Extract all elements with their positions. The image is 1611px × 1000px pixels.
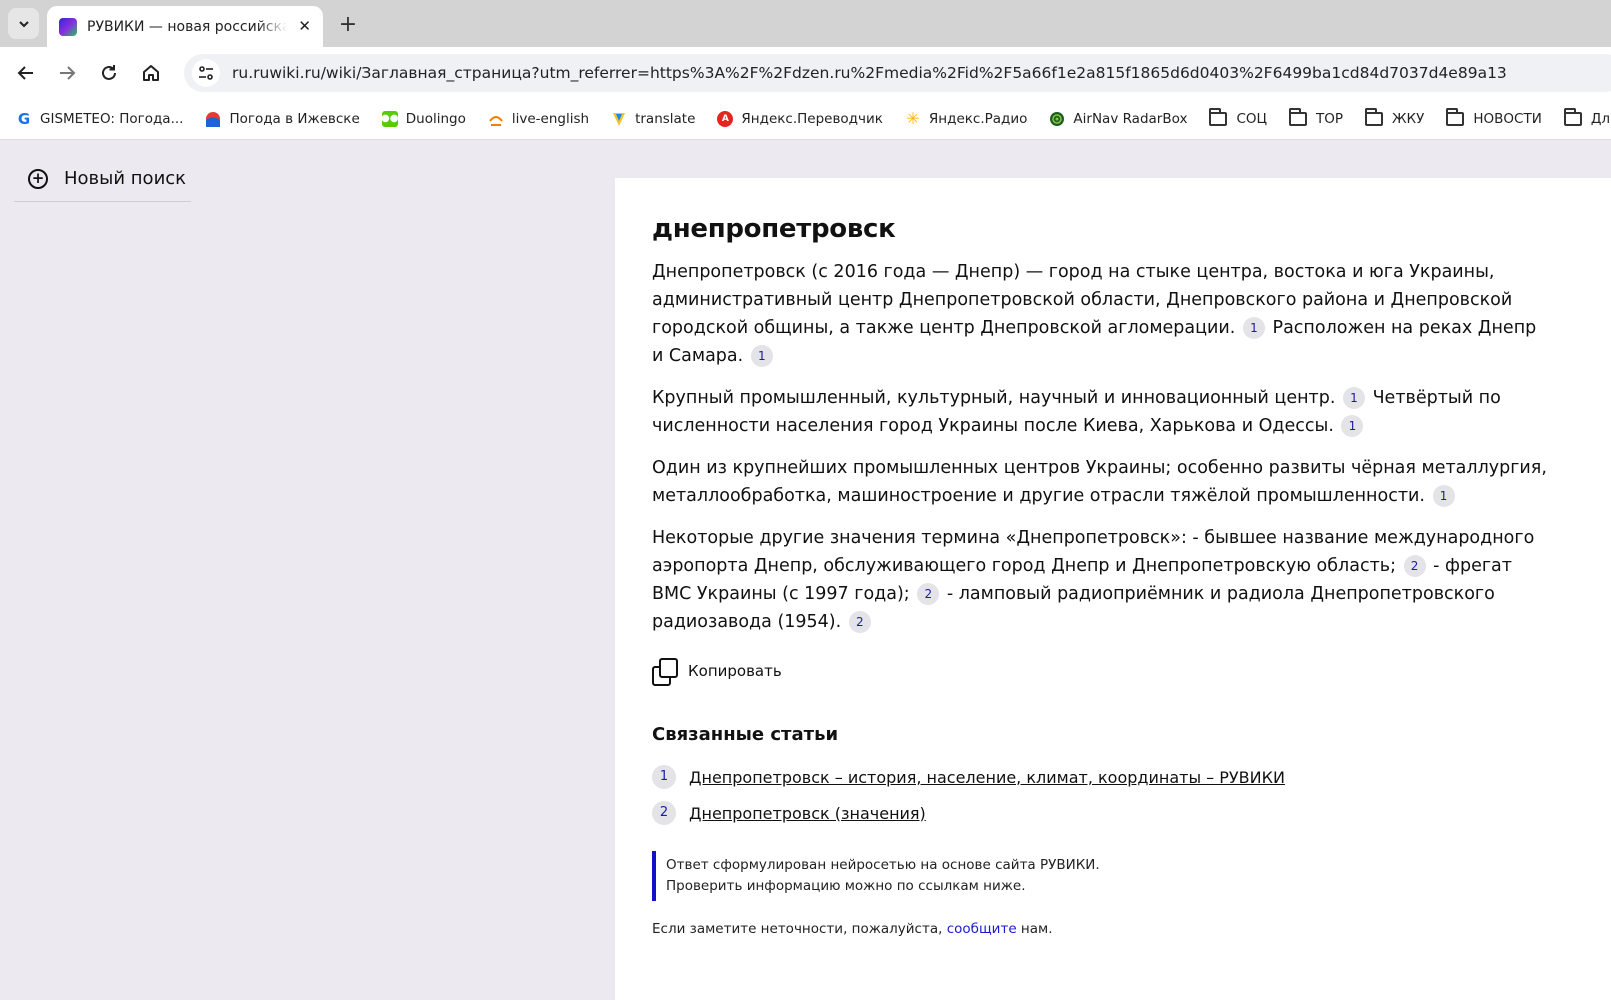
citation-badge[interactable]: 1 (1341, 415, 1364, 437)
answer-title: днепропетровск (652, 214, 896, 244)
yandex-translator-icon: A (717, 110, 734, 127)
bookmark-weather-izhevsk[interactable]: Погода в Ижевске (205, 110, 360, 127)
live-english-icon (488, 111, 504, 127)
forward-button[interactable] (52, 58, 82, 88)
related-articles-heading: Связанные статьи (652, 724, 839, 745)
folder-icon (1289, 107, 1307, 126)
bookmark-folder-label: НОВОСТИ (1473, 110, 1542, 127)
ruwiki-favicon-icon (59, 17, 77, 36)
bookmark-folder-top[interactable]: TOP (1289, 107, 1344, 127)
bookmark-translate[interactable]: translate (611, 111, 695, 127)
close-tab-icon[interactable]: ✕ (298, 17, 311, 35)
answer-paragraph: Один из крупнейших промышленных центров … (652, 454, 1552, 510)
bookmark-folder-zhku[interactable]: ЖКУ (1365, 107, 1425, 127)
back-button[interactable] (11, 58, 41, 88)
tab-title: РУВИКИ — новая российская (87, 18, 287, 35)
citation-badge[interactable]: 2 (917, 583, 940, 605)
folder-icon (1563, 107, 1582, 126)
bookmark-duolingo[interactable]: ●● Duolingo (381, 110, 466, 127)
active-tab[interactable]: РУВИКИ — новая российская ✕ (47, 6, 323, 47)
home-button[interactable] (136, 58, 166, 88)
report-inaccuracy: Если заметите неточности, пожалуйста, со… (652, 921, 1611, 937)
related-article-link[interactable]: Днепропетровск – история, население, кли… (689, 768, 1285, 787)
paragraph-text: Некоторые другие значения термина «Днепр… (652, 528, 1535, 576)
browser-toolbar: ru.ruwiki.ru/wiki/Заглавная_страница?utm… (0, 47, 1611, 98)
report-text: Если заметите неточности, пожалуйста, (652, 921, 947, 937)
translate-icon (611, 111, 627, 127)
bookmark-folder-label: СОЦ (1236, 110, 1267, 127)
related-article-number: 2 (652, 801, 676, 825)
answer-panel: днепропетровск Днепропетровск (с 2016 го… (615, 178, 1611, 1000)
new-tab-button[interactable]: + (334, 10, 362, 38)
duolingo-icon: ●● (381, 110, 399, 127)
tab-strip: РУВИКИ — новая российская ✕ + (0, 0, 1611, 47)
related-article: 1 Днепропетровск – история, население, к… (652, 765, 1611, 789)
related-article-link[interactable]: Днепропетровск (значения) (689, 804, 926, 823)
bookmark-live-english[interactable]: live-english (488, 111, 589, 127)
copy-icon (652, 658, 678, 686)
new-search-label: Новый поиск (64, 168, 187, 189)
weather-icon (205, 111, 221, 127)
folder-icon (1365, 107, 1384, 126)
citation-badge[interactable]: 2 (848, 611, 871, 633)
citation-badge[interactable]: 2 (1403, 555, 1426, 577)
gismeteo-icon: G (17, 109, 31, 128)
answer-body: Днепропетровск (с 2016 года — Днепр) — г… (652, 258, 1611, 636)
new-search-button[interactable]: + Новый поиск (14, 156, 191, 202)
answer-paragraph: Некоторые другие значения термина «Днепр… (652, 524, 1552, 636)
radarbox-icon (1049, 111, 1065, 127)
citation-badge[interactable]: 1 (1343, 387, 1365, 409)
bookmark-gismeteo[interactable]: G GISMETEO: Погода... (16, 109, 184, 128)
chevron-down-icon (18, 20, 29, 27)
report-link[interactable]: сообщите (947, 921, 1017, 937)
site-info-icon[interactable] (192, 59, 220, 87)
tab-search-menu-button[interactable] (8, 8, 39, 39)
bookmark-folder-label: TOP (1316, 110, 1344, 127)
plus-circle-icon: + (28, 168, 48, 189)
ai-notice-line: Ответ сформулирован нейросетью на основе… (666, 857, 1100, 873)
bookmark-yandex-translator[interactable]: A Яндекс.Переводчик (717, 110, 883, 127)
bookmark-label: AirNav RadarBox (1073, 110, 1188, 127)
bookmark-folder-news[interactable]: НОВОСТИ (1446, 107, 1542, 127)
address-bar[interactable]: ru.ruwiki.ru/wiki/Заглавная_страница?utm… (184, 54, 1611, 92)
folder-icon (1446, 107, 1465, 126)
bookmark-folder-label: ЖКУ (1392, 110, 1425, 127)
report-text: нам. (1016, 921, 1053, 937)
bookmark-folder-dlya[interactable]: Для (1563, 107, 1611, 127)
bookmark-label: Яндекс.Переводчик (741, 110, 883, 127)
ai-notice: Ответ сформулирован нейросетью на основе… (652, 851, 1611, 901)
bookmark-folder-soc[interactable]: СОЦ (1209, 107, 1267, 127)
arrow-left-icon (17, 66, 33, 80)
related-article: 2 Днепропетровск (значения) (652, 801, 1611, 825)
bookmark-label: Погода в Ижевске (229, 110, 360, 127)
ai-notice-line: Проверить информацию можно по ссылкам ни… (666, 878, 1026, 894)
url-text[interactable]: ru.ruwiki.ru/wiki/Заглавная_страница?utm… (232, 64, 1507, 82)
citation-badge[interactable]: 1 (750, 345, 773, 367)
bookmark-label: GISMETEO: Погода... (40, 110, 184, 127)
arrow-right-icon (60, 66, 76, 80)
reload-icon (102, 65, 116, 80)
bookmark-folder-label: Для (1590, 110, 1611, 127)
bookmark-yandex-radio[interactable]: ✳ Яндекс.Радио (905, 109, 1028, 128)
yandex-radio-icon: ✳ (906, 109, 920, 128)
folder-icon (1209, 107, 1228, 126)
answer-paragraph: Днепропетровск (с 2016 года — Днепр) — г… (652, 258, 1552, 370)
bookmark-label: translate (635, 110, 696, 127)
bookmark-airnav[interactable]: AirNav RadarBox (1049, 111, 1187, 127)
paragraph-text: Крупный промышленный, культурный, научны… (652, 388, 1336, 408)
bookmark-label: live-english (511, 110, 590, 127)
paragraph-text: Один из крупнейших промышленных центров … (652, 458, 1547, 506)
reload-button[interactable] (94, 58, 124, 88)
related-article-number: 1 (652, 765, 676, 789)
answer-paragraph: Крупный промышленный, культурный, научны… (652, 384, 1552, 440)
citation-badge[interactable]: 1 (1432, 485, 1455, 507)
bookmark-label: Duolingo (405, 110, 466, 127)
bookmarks-bar: G GISMETEO: Погода... Погода в Ижевске ●… (0, 98, 1611, 140)
copy-button[interactable]: Копировать (652, 658, 1611, 686)
home-icon (143, 65, 159, 81)
citation-badge[interactable]: 1 (1242, 317, 1265, 339)
copy-label: Копировать (688, 662, 782, 680)
bookmark-label: Яндекс.Радио (928, 110, 1028, 127)
